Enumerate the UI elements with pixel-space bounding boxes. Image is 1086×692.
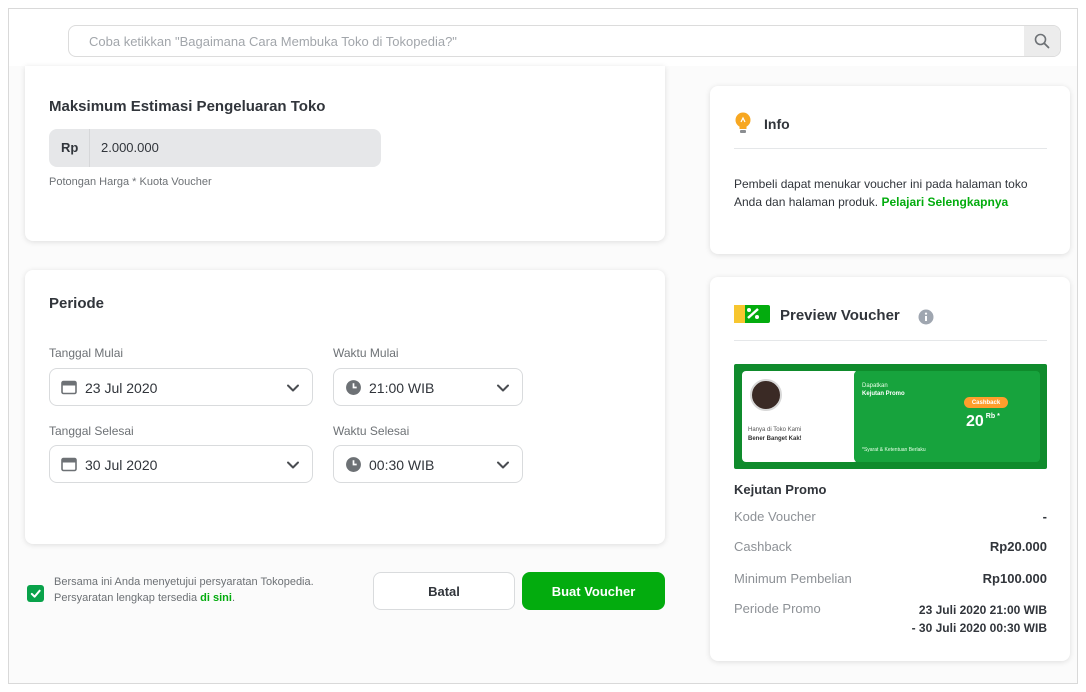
detail-value: Rp20.000 [989, 539, 1047, 554]
calendar-icon [61, 457, 77, 472]
info-card: Info Pembeli dapat menukar voucher ini p… [710, 86, 1070, 254]
search-bar [68, 25, 1061, 57]
voucher-banner: Hanya di Toko Kami Bener Banget Kak! Dap… [734, 364, 1047, 469]
banner-ticket-left: Hanya di Toko Kami Bener Banget Kak! [742, 371, 858, 462]
start-date-select[interactable]: 23 Jul 2020 [49, 368, 313, 406]
preview-divider [734, 340, 1047, 341]
banner-ticket-right: Dapatkan Kejutan Promo Cashback 20 Rb * *… [854, 371, 1040, 462]
detail-value: 23 Juli 2020 21:00 WIB - 30 Juli 2020 00… [912, 601, 1047, 637]
terms-line-1: Bersama ini Anda menyetujui persyaratan … [54, 576, 314, 588]
learn-more-link[interactable]: Pelajari Selengkapnya [881, 195, 1008, 209]
detail-key: Cashback [734, 539, 792, 554]
chevron-down-icon [287, 384, 299, 392]
shop-avatar [750, 379, 782, 411]
period-line-2: - 30 Juli 2020 00:30 WIB [911, 621, 1047, 635]
info-divider [734, 148, 1047, 149]
budget-card: Maksimum Estimasi Pengeluaran Toko Rp 2.… [25, 66, 665, 241]
clock-icon [346, 457, 361, 472]
terms-checkbox[interactable] [27, 585, 44, 602]
terms-line-2-suffix: . [231, 592, 235, 604]
search-icon [1034, 33, 1050, 49]
detail-key: Kode Voucher [734, 509, 816, 524]
start-date-value: 23 Jul 2020 [85, 380, 158, 396]
detail-value: - [1042, 509, 1047, 524]
end-time-value: 00:30 WIB [369, 457, 435, 473]
period-card: Periode Tanggal Mulai 23 Jul 2020 Waktu … [25, 270, 665, 544]
chevron-down-icon [497, 384, 509, 392]
calendar-icon [61, 380, 77, 395]
end-time-label: Waktu Selesai [333, 424, 410, 438]
info-circle-icon[interactable] [918, 309, 934, 325]
field-divider [89, 129, 90, 167]
budget-value: 2.000.000 [101, 140, 159, 155]
detail-key: Minimum Pembelian [734, 571, 852, 586]
budget-title: Maksimum Estimasi Pengeluaran Toko [49, 98, 326, 115]
lightbulb-icon [735, 112, 751, 133]
clock-icon [346, 380, 361, 395]
end-time-select[interactable]: 00:30 WIB [333, 445, 523, 483]
checkmark-icon [30, 589, 41, 598]
end-date-value: 30 Jul 2020 [85, 457, 158, 473]
preview-title: Preview Voucher [780, 307, 900, 324]
detail-key: Periode Promo [734, 601, 821, 616]
banner-amount-number: 20 [966, 413, 984, 430]
banner-amount-suffix: Rb * [985, 413, 1000, 420]
start-time-select[interactable]: 21:00 WIB [333, 368, 523, 406]
create-voucher-button[interactable]: Buat Voucher [522, 572, 665, 610]
period-line-1: 23 Juli 2020 21:00 WIB [918, 603, 1047, 617]
end-date-label: Tanggal Selesai [49, 424, 134, 438]
terms-line-2-prefix: Persyaratan lengkap tersedia [54, 592, 198, 604]
detail-value: Rp100.000 [982, 571, 1047, 586]
end-date-select[interactable]: 30 Jul 2020 [49, 445, 313, 483]
banner-text-4: Kejutan Promo [862, 391, 905, 397]
voucher-icon [734, 305, 770, 323]
info-title: Info [764, 116, 790, 132]
info-text: Pembeli dapat menukar voucher ini pada h… [734, 175, 1034, 211]
cashback-pill: Cashback [964, 397, 1008, 408]
terms-link[interactable]: di sini [200, 592, 232, 604]
start-date-label: Tanggal Mulai [49, 346, 124, 360]
terms-text: Bersama ini Anda menyetujui persyaratan … [54, 574, 314, 606]
banner-text-1: Hanya di Toko Kami [748, 427, 802, 433]
banner-text-2: Bener Banget Kak! [748, 436, 802, 442]
chevron-down-icon [497, 461, 509, 469]
banner-amount: 20 Rb * [966, 413, 1000, 431]
budget-field: Rp 2.000.000 [49, 129, 381, 167]
banner-text-3: Dapatkan [862, 383, 888, 389]
preview-card: Preview Voucher Hanya di Toko Kami Bener… [710, 277, 1070, 661]
period-title: Periode [49, 295, 105, 312]
cancel-button[interactable]: Batal [373, 572, 515, 610]
detail-row: Periode Promo 23 Juli 2020 21:00 WIB - 3… [734, 601, 1047, 641]
chevron-down-icon [287, 461, 299, 469]
voucher-name: Kejutan Promo [734, 482, 827, 497]
search-input[interactable] [89, 26, 1009, 56]
start-time-label: Waktu Mulai [333, 346, 399, 360]
start-time-value: 21:00 WIB [369, 380, 435, 396]
search-button[interactable] [1024, 26, 1060, 56]
currency-prefix: Rp [61, 140, 79, 155]
terms-line-2: Persyaratan lengkap tersedia di sini. [54, 590, 314, 606]
budget-hint: Potongan Harga * Kuota Voucher [49, 176, 212, 188]
banner-footnote: *Syarat & Ketentuan Berlaku [862, 447, 926, 453]
